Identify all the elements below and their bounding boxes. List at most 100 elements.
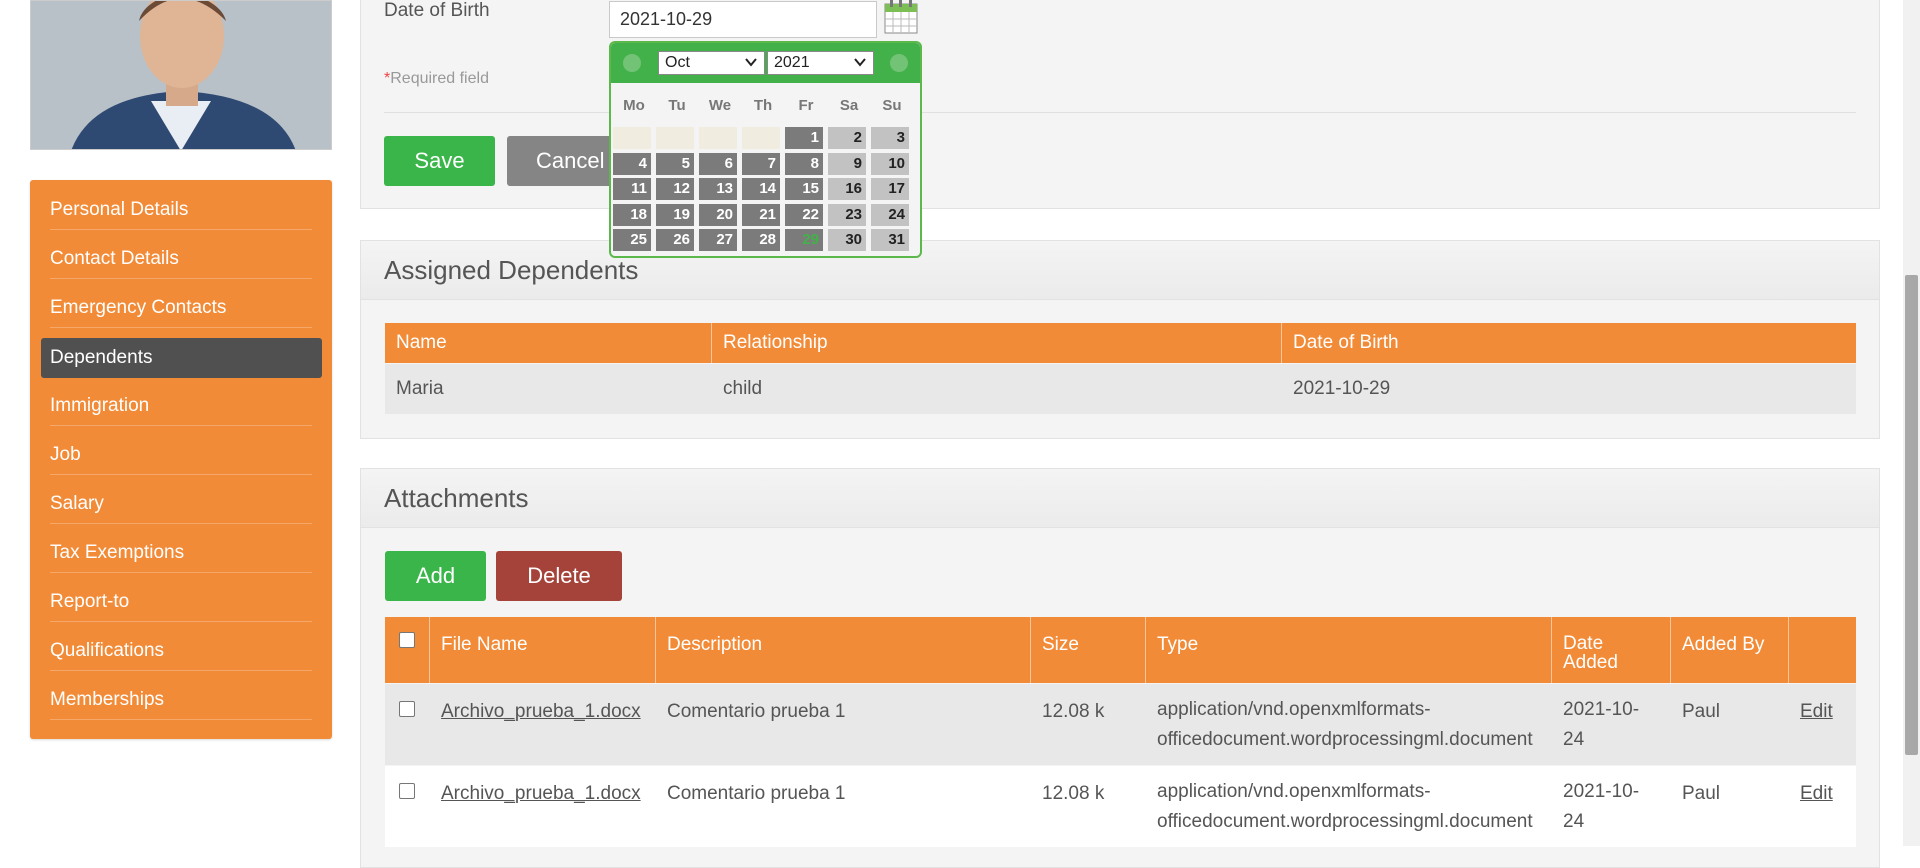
attachment-type: application/vnd.openxmlformats-officedoc… (1157, 781, 1533, 832)
add-attachment-button[interactable]: Add (385, 551, 486, 601)
sidebar-item-personal-details[interactable]: Personal Details (50, 190, 312, 230)
day-cell[interactable]: 15 (785, 178, 823, 200)
day-cell[interactable]: 17 (871, 178, 909, 200)
day-cell[interactable]: 8 (785, 152, 823, 175)
select-all-checkbox[interactable] (399, 632, 415, 648)
dob-label: Date of Birth (384, 0, 490, 21)
day-cell[interactable]: 7 (742, 152, 780, 175)
calendar-icon[interactable] (884, 0, 918, 34)
day-cell[interactable]: 10 (871, 152, 909, 175)
column-header-file-name: File Name (430, 617, 656, 683)
day-cell[interactable]: 19 (656, 203, 694, 226)
sidebar-item-qualifications[interactable]: Qualifications (50, 631, 312, 671)
attachments-panel: Attachments Add Delete File Name Descrip… (360, 468, 1880, 868)
attachment-type: application/vnd.openxmlformats-officedoc… (1157, 699, 1533, 750)
day-of-week-header: We (708, 97, 732, 114)
save-button[interactable]: Save (384, 136, 495, 186)
column-header-relationship: Relationship (712, 323, 1282, 363)
empty-day-cell (613, 127, 651, 149)
day-of-week-header: Sa (839, 97, 859, 114)
person-photo-icon (31, 1, 331, 149)
delete-attachment-button[interactable]: Delete (496, 551, 622, 601)
edit-link[interactable]: Edit (1789, 783, 1833, 805)
attachment-description: Comentario prueba 1 (667, 701, 846, 722)
column-header-actions (1789, 617, 1856, 683)
file-name-link[interactable]: Archivo_prueba_1.docx (430, 783, 641, 805)
day-cell[interactable]: 25 (613, 229, 651, 251)
table-row[interactable]: Archivo_prueba_1.docx Comentario prueba 1… (385, 766, 1856, 847)
profile-photo (30, 0, 332, 150)
day-cell[interactable]: 6 (699, 152, 737, 175)
column-header-date-added: Date Added (1552, 617, 1671, 683)
month-select[interactable]: Oct (658, 51, 765, 75)
sidebar-item-job[interactable]: Job (50, 435, 312, 475)
empty-day-cell (742, 127, 780, 149)
sidebar-item-tax-exemptions[interactable]: Tax Exemptions (50, 533, 312, 573)
day-of-week-header: Mo (623, 97, 645, 114)
sidebar-item-dependents[interactable]: Dependents (41, 338, 322, 378)
sidebar-item-report-to[interactable]: Report-to (50, 582, 312, 622)
next-month-icon[interactable] (890, 54, 908, 72)
day-cell[interactable]: 23 (828, 203, 866, 226)
column-header-type: Type (1146, 617, 1552, 683)
day-cell[interactable]: 22 (785, 203, 823, 226)
day-cell[interactable]: 18 (613, 203, 651, 226)
prev-month-icon[interactable] (623, 54, 641, 72)
cancel-button[interactable]: Cancel (507, 136, 618, 186)
attachment-added-by: Paul (1682, 783, 1721, 804)
day-cell[interactable]: 12 (656, 178, 694, 200)
chevron-down-icon (854, 58, 866, 67)
day-cell[interactable]: 24 (871, 203, 909, 226)
selected-day-cell[interactable]: 29 (785, 229, 823, 251)
select-all-cell (385, 617, 430, 683)
day-cell[interactable]: 27 (699, 229, 737, 251)
column-header-size: Size (1031, 617, 1146, 683)
empty-day-cell (699, 127, 737, 149)
day-cell[interactable]: 30 (828, 229, 866, 251)
sidebar-item-memberships[interactable]: Memberships (50, 680, 312, 720)
attachment-size: 12.08 k (1042, 701, 1105, 722)
day-cell[interactable]: 5 (656, 152, 694, 175)
day-cell[interactable]: 9 (828, 152, 866, 175)
attachment-date-added: 2021-10- 24 (1563, 699, 1640, 750)
panel-header: Attachments (361, 469, 1879, 528)
sidebar-item-contact-details[interactable]: Contact Details (50, 239, 312, 279)
row-checkbox[interactable] (399, 701, 415, 717)
column-header-date-of-birth: Date of Birth (1293, 332, 1399, 353)
day-of-week-header: Th (753, 97, 773, 114)
dependent-name: Maria (396, 378, 444, 399)
day-cell[interactable]: 26 (656, 229, 694, 251)
required-field-note: *Required field (384, 70, 489, 87)
day-cell[interactable]: 1 (785, 127, 823, 149)
scrollbar-thumb[interactable] (1905, 275, 1918, 755)
row-checkbox[interactable] (399, 783, 415, 799)
day-cell[interactable]: 28 (742, 229, 780, 251)
edit-link[interactable]: Edit (1789, 701, 1833, 723)
table-header: Name Relationship Date of Birth (385, 323, 1856, 363)
column-header-added-by: Added By (1671, 617, 1789, 683)
year-select[interactable]: 2021 (767, 51, 874, 75)
column-header-name: Name (385, 323, 712, 363)
sidebar-item-immigration[interactable]: Immigration (50, 386, 312, 426)
day-cell[interactable]: 2 (828, 127, 866, 149)
assigned-dependents-panel: Assigned Dependents Name Relationship Da… (360, 240, 1880, 439)
day-cell[interactable]: 13 (699, 178, 737, 200)
file-name-link[interactable]: Archivo_prueba_1.docx (430, 701, 641, 723)
attachment-description: Comentario prueba 1 (667, 783, 846, 804)
day-cell[interactable]: 31 (871, 229, 909, 251)
sidebar-item-emergency-contacts[interactable]: Emergency Contacts (50, 288, 312, 328)
sidebar-item-salary[interactable]: Salary (50, 484, 312, 524)
day-cell[interactable]: 11 (613, 178, 651, 200)
day-of-week-header: Fr (798, 97, 814, 114)
day-cell[interactable]: 16 (828, 178, 866, 200)
panel-title: Assigned Dependents (384, 255, 639, 285)
day-cell[interactable]: 20 (699, 203, 737, 226)
empty-day-cell (656, 127, 694, 149)
day-cell[interactable]: 14 (742, 178, 780, 200)
day-cell[interactable]: 3 (871, 127, 909, 149)
day-cell[interactable]: 21 (742, 203, 780, 226)
dob-input[interactable] (609, 1, 877, 38)
table-row[interactable]: Maria child 2021-10-29 (385, 364, 1856, 414)
day-cell[interactable]: 4 (613, 152, 651, 175)
table-row[interactable]: Archivo_prueba_1.docx Comentario prueba 1… (385, 684, 1856, 765)
